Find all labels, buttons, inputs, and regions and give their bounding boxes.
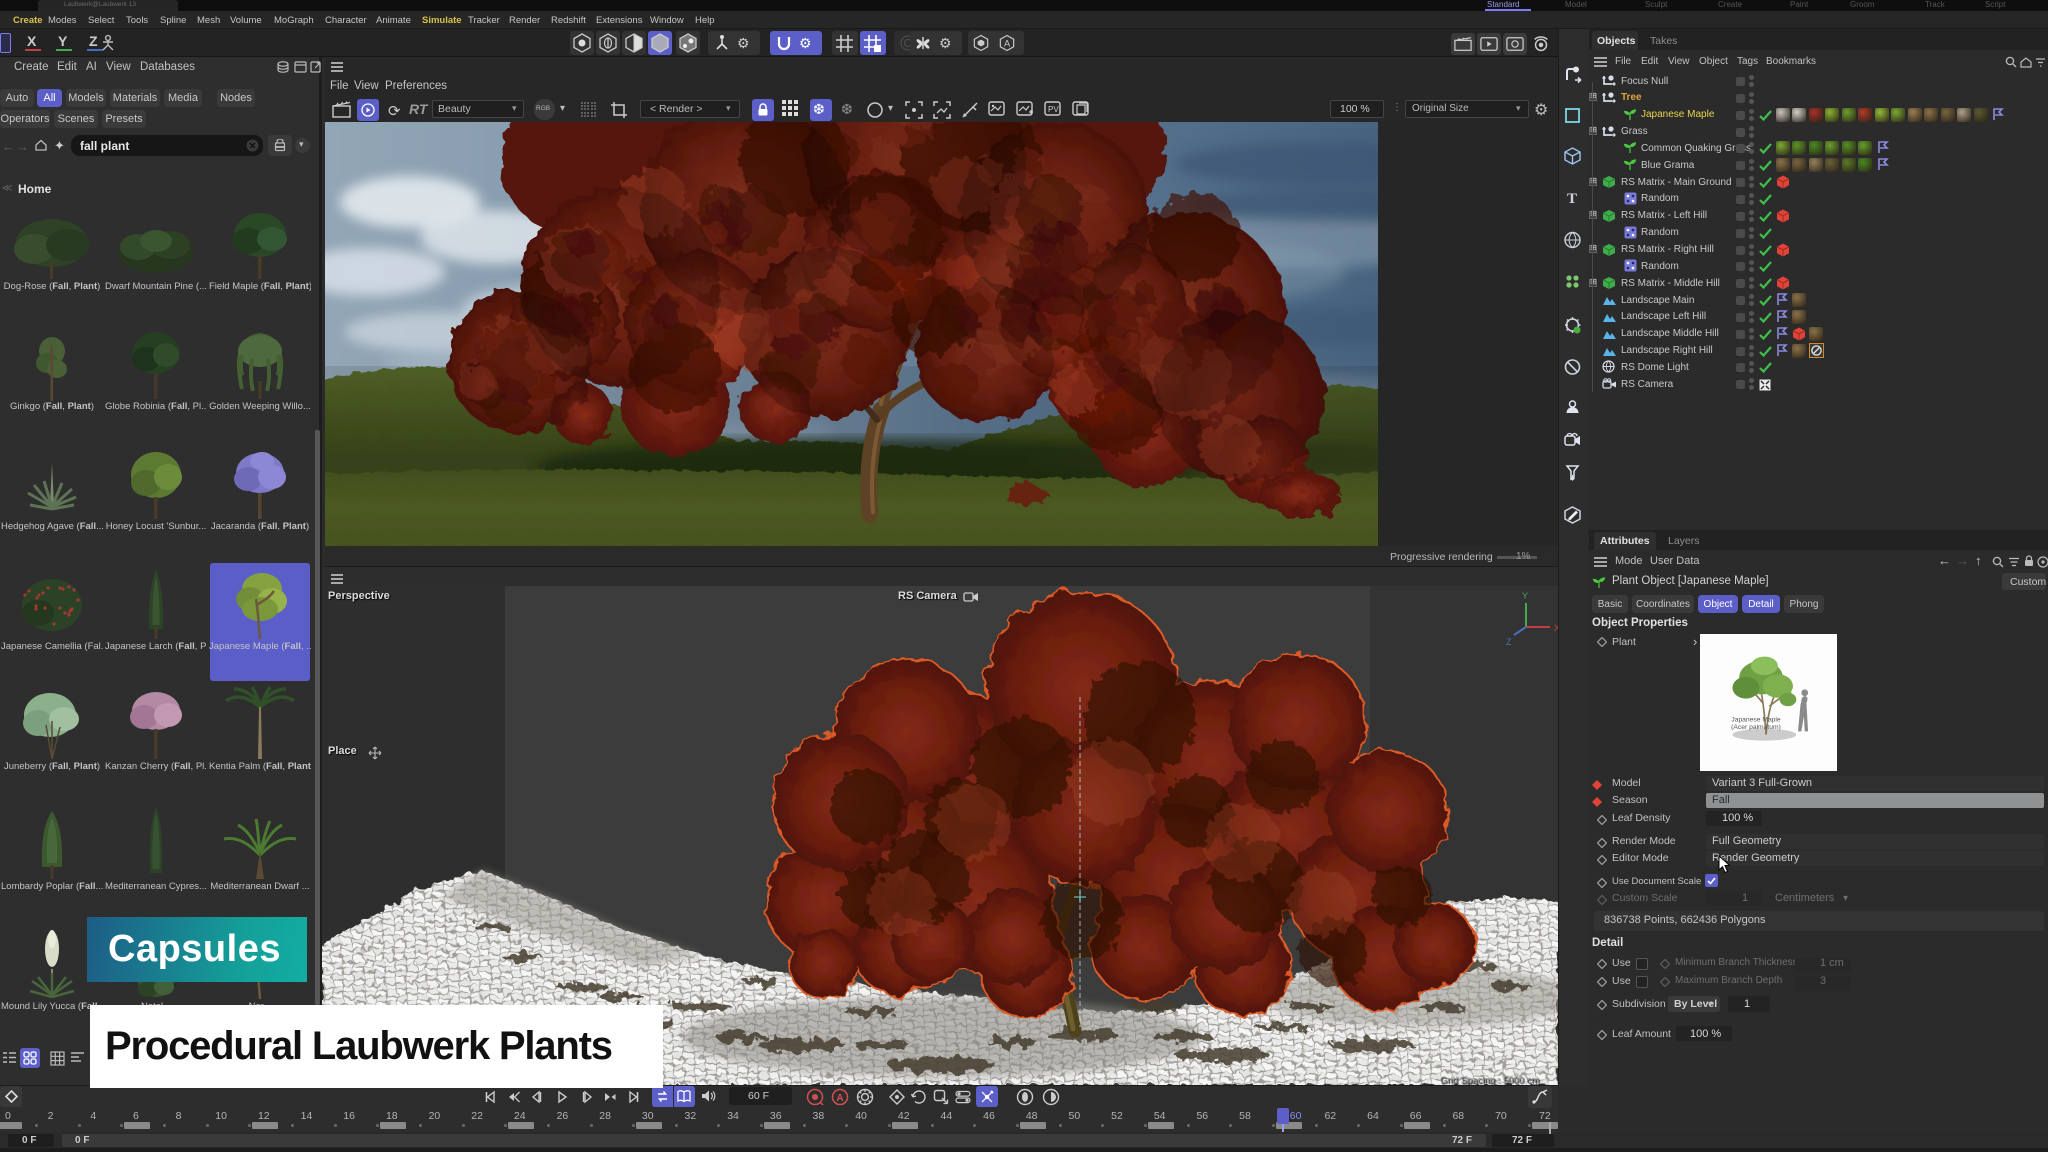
svg-text:T: T [1567, 191, 1577, 207]
svg-text:A: A [1004, 38, 1011, 48]
svg-text:Z: Z [1506, 637, 1512, 647]
svg-text:PV: PV [1048, 105, 1059, 114]
svg-text:(Acer palmatum): (Acer palmatum) [1731, 724, 1781, 731]
svg-text:A: A [836, 1093, 843, 1104]
svg-text:Y: Y [1522, 591, 1528, 601]
svg-text:Japanese Maple: Japanese Maple [1731, 716, 1781, 723]
